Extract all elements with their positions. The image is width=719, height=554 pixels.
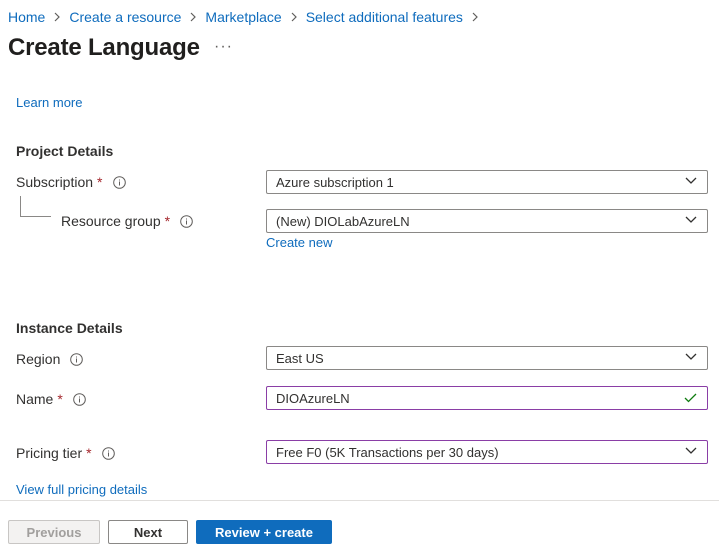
pricing-tier-label-text: Pricing tier xyxy=(16,445,83,461)
required-marker: * xyxy=(86,445,92,461)
chevron-down-icon xyxy=(685,216,697,224)
name-label-text: Name xyxy=(16,391,54,407)
name-value: DIOAzureLN xyxy=(276,390,350,406)
region-label-text: Region xyxy=(16,351,61,367)
resource-group-label: Resource group * xyxy=(61,213,193,229)
chevron-right-icon xyxy=(472,12,478,22)
name-input[interactable]: DIOAzureLN xyxy=(266,386,708,410)
project-details-heading: Project Details xyxy=(16,143,114,159)
page-title: Create Language xyxy=(8,34,200,61)
resource-group-label-text: Resource group xyxy=(61,213,161,229)
breadcrumb-marketplace[interactable]: Marketplace xyxy=(205,9,281,25)
required-marker: * xyxy=(97,174,103,190)
previous-button[interactable]: Previous xyxy=(8,520,100,544)
instance-details-heading: Instance Details xyxy=(16,320,123,336)
tree-connector xyxy=(20,216,51,217)
info-icon[interactable] xyxy=(73,392,86,406)
chevron-down-icon xyxy=(685,447,697,455)
info-icon[interactable] xyxy=(180,214,193,228)
region-value: East US xyxy=(276,350,324,366)
info-icon[interactable] xyxy=(112,175,126,189)
chevron-right-icon xyxy=(190,12,197,22)
chevron-right-icon xyxy=(291,12,297,22)
next-button[interactable]: Next xyxy=(108,520,188,544)
more-options-icon[interactable]: ··· xyxy=(214,38,233,56)
name-label: Name * xyxy=(16,391,86,407)
breadcrumb-create-resource[interactable]: Create a resource xyxy=(69,9,181,25)
info-icon[interactable] xyxy=(101,446,115,460)
breadcrumb: Home Create a resource Marketplace Selec… xyxy=(8,8,487,26)
required-marker: * xyxy=(164,213,171,229)
create-new-link[interactable]: Create new xyxy=(266,235,332,250)
subscription-dropdown[interactable]: Azure subscription 1 xyxy=(266,170,708,194)
tree-connector xyxy=(20,196,21,217)
view-pricing-link[interactable]: View full pricing details xyxy=(16,482,147,497)
chevron-down-icon xyxy=(685,177,697,185)
chevron-right-icon xyxy=(54,12,61,22)
checkmark-icon xyxy=(684,393,697,403)
subscription-label: Subscription * xyxy=(16,174,126,190)
learn-more-link[interactable]: Learn more xyxy=(16,95,82,110)
subscription-value: Azure subscription 1 xyxy=(276,174,394,190)
region-label: Region xyxy=(16,351,84,367)
resource-group-value: (New) DIOLabAzureLN xyxy=(276,213,410,229)
breadcrumb-home[interactable]: Home xyxy=(8,9,45,25)
chevron-down-icon xyxy=(685,353,697,361)
pricing-tier-dropdown[interactable]: Free F0 (5K Transactions per 30 days) xyxy=(266,440,708,464)
info-icon[interactable] xyxy=(70,352,84,366)
subscription-label-text: Subscription xyxy=(16,174,94,190)
pricing-tier-value: Free F0 (5K Transactions per 30 days) xyxy=(276,444,499,460)
region-dropdown[interactable]: East US xyxy=(266,346,708,370)
review-create-button[interactable]: Review + create xyxy=(196,520,332,544)
footer-divider xyxy=(0,500,719,501)
required-marker: * xyxy=(57,391,63,407)
pricing-tier-label: Pricing tier * xyxy=(16,445,115,461)
breadcrumb-select-features[interactable]: Select additional features xyxy=(306,9,463,25)
resource-group-dropdown[interactable]: (New) DIOLabAzureLN xyxy=(266,209,708,233)
